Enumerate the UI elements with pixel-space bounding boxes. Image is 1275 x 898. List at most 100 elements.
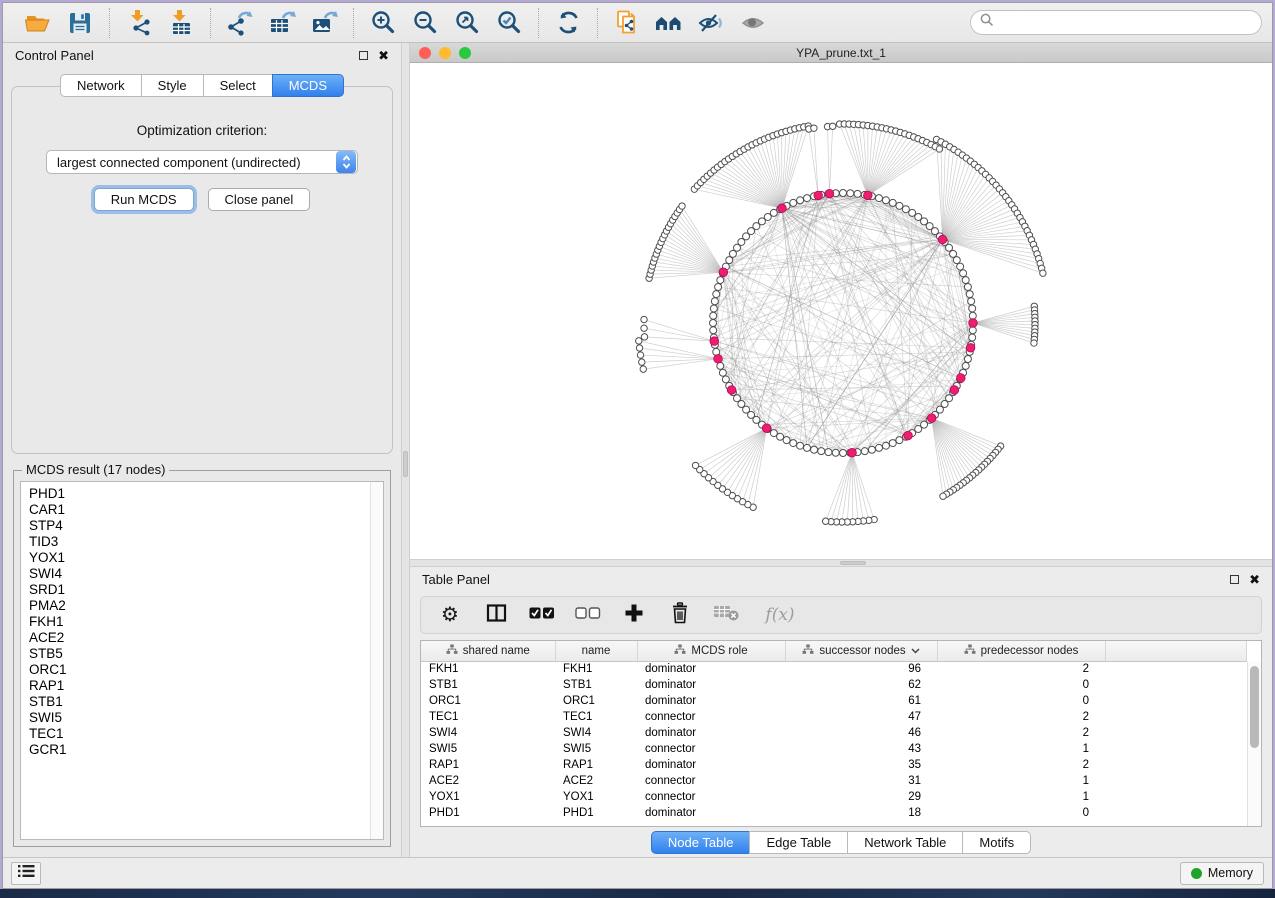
table-cell[interactable]: dominator bbox=[637, 757, 785, 773]
mcds-hub-node[interactable] bbox=[957, 374, 966, 383]
table-cell[interactable]: TEC1 bbox=[421, 709, 555, 725]
table-cell[interactable]: 61 bbox=[785, 693, 937, 709]
table-cell[interactable]: PHD1 bbox=[421, 805, 555, 821]
mcds-hub-node[interactable] bbox=[904, 431, 913, 440]
table-cell[interactable]: 2 bbox=[937, 757, 1105, 773]
mcds-result-item[interactable]: PMA2 bbox=[29, 598, 365, 614]
network-graph[interactable] bbox=[410, 63, 1272, 559]
vertical-splitter[interactable] bbox=[401, 43, 410, 857]
mcds-result-item[interactable]: TID3 bbox=[29, 534, 365, 550]
table-cell[interactable]: dominator bbox=[637, 805, 785, 821]
mcds-hub-node[interactable] bbox=[714, 355, 723, 364]
table-cell[interactable]: ACE2 bbox=[421, 773, 555, 789]
mcds-hub-node[interactable] bbox=[825, 189, 834, 198]
mcds-hub-node[interactable] bbox=[727, 386, 736, 395]
zoom-selected-button[interactable] bbox=[490, 6, 528, 40]
clear-table-button[interactable] bbox=[713, 602, 739, 628]
table-cell[interactable]: dominator bbox=[637, 661, 785, 677]
table-cell[interactable]: dominator bbox=[637, 693, 785, 709]
split-view-button[interactable] bbox=[483, 602, 509, 628]
table-cell[interactable]: 96 bbox=[785, 661, 937, 677]
mcds-hub-node[interactable] bbox=[927, 414, 936, 423]
mcds-hub-node[interactable] bbox=[710, 337, 719, 346]
run-mcds-button[interactable]: Run MCDS bbox=[94, 188, 194, 211]
delete-column-button[interactable] bbox=[667, 602, 693, 628]
float-panel-icon[interactable] bbox=[359, 51, 368, 60]
table-scrollbar[interactable] bbox=[1247, 662, 1261, 826]
mcds-result-item[interactable]: TEC1 bbox=[29, 726, 365, 742]
open-session-button[interactable] bbox=[19, 6, 57, 40]
close-window-icon[interactable] bbox=[419, 47, 431, 59]
minimize-window-icon[interactable] bbox=[439, 47, 451, 59]
mcds-hub-node[interactable] bbox=[762, 424, 771, 433]
mcds-result-item[interactable]: ORC1 bbox=[29, 662, 365, 678]
tab-network-table[interactable]: Network Table bbox=[847, 831, 963, 854]
mcds-hub-node[interactable] bbox=[950, 386, 959, 395]
mcds-result-item[interactable]: STP4 bbox=[29, 518, 365, 534]
table-cell[interactable]: FKH1 bbox=[555, 661, 637, 677]
table-row[interactable]: SWI5SWI5connector431 bbox=[421, 741, 1247, 757]
mcds-result-item[interactable]: STB5 bbox=[29, 646, 365, 662]
import-table-button[interactable] bbox=[162, 6, 200, 40]
table-cell[interactable]: 31 bbox=[785, 773, 937, 789]
table-row[interactable]: TEC1TEC1connector472 bbox=[421, 709, 1247, 725]
table-cell[interactable]: PHD1 bbox=[555, 805, 637, 821]
table-cell[interactable]: 1 bbox=[937, 741, 1105, 757]
first-neighbors-button[interactable] bbox=[650, 6, 688, 40]
float-panel-icon[interactable] bbox=[1230, 575, 1239, 584]
zoom-in-button[interactable] bbox=[364, 6, 402, 40]
mcds-result-item[interactable]: FKH1 bbox=[29, 614, 365, 630]
table-cell[interactable]: connector bbox=[637, 741, 785, 757]
list-scrollbar[interactable] bbox=[370, 482, 383, 839]
table-cell[interactable]: STB1 bbox=[421, 677, 555, 693]
table-cell[interactable]: 2 bbox=[937, 709, 1105, 725]
new-network-from-selection-button[interactable] bbox=[608, 6, 646, 40]
select-all-columns-button[interactable] bbox=[529, 602, 555, 628]
table-row[interactable]: YOX1YOX1connector291 bbox=[421, 789, 1247, 805]
table-cell[interactable]: 0 bbox=[937, 805, 1105, 821]
table-cell[interactable]: connector bbox=[637, 789, 785, 805]
mcds-result-item[interactable]: GCR1 bbox=[29, 742, 365, 758]
show-all-button[interactable] bbox=[734, 6, 772, 40]
mcds-result-item[interactable]: SWI5 bbox=[29, 710, 365, 726]
table-cell[interactable]: 47 bbox=[785, 709, 937, 725]
table-row[interactable]: SWI4SWI4dominator462 bbox=[421, 725, 1247, 741]
mcds-result-list[interactable]: PHD1CAR1STP4TID3YOX1SWI4SRD1PMA2FKH1ACE2… bbox=[20, 481, 384, 840]
memory-button[interactable]: Memory bbox=[1180, 862, 1264, 885]
table-cell[interactable]: FKH1 bbox=[421, 661, 555, 677]
mcds-hub-node[interactable] bbox=[864, 191, 873, 200]
mcds-result-item[interactable]: STB1 bbox=[29, 694, 365, 710]
close-panel-button[interactable]: Close panel bbox=[208, 188, 311, 211]
table-row[interactable]: FKH1FKH1dominator962 bbox=[421, 661, 1247, 677]
function-builder-button[interactable]: f(x) bbox=[759, 602, 801, 628]
table-cell[interactable]: ORC1 bbox=[421, 693, 555, 709]
save-session-button[interactable] bbox=[61, 6, 99, 40]
table-cell[interactable]: dominator bbox=[637, 725, 785, 741]
table-cell[interactable]: SWI4 bbox=[555, 725, 637, 741]
export-image-button[interactable] bbox=[305, 6, 343, 40]
task-history-button[interactable] bbox=[11, 862, 41, 885]
network-window-titlebar[interactable]: YPA_prune.txt_1 bbox=[410, 43, 1272, 63]
splitter-grip[interactable] bbox=[840, 561, 866, 565]
table-cell[interactable]: STB1 bbox=[555, 677, 637, 693]
maximize-window-icon[interactable] bbox=[459, 47, 471, 59]
mcds-hub-node[interactable] bbox=[814, 191, 823, 200]
table-cell[interactable]: 1 bbox=[937, 773, 1105, 789]
apply-layout-button[interactable] bbox=[549, 6, 587, 40]
mcds-result-item[interactable]: YOX1 bbox=[29, 550, 365, 566]
table-row[interactable]: ACE2ACE2connector311 bbox=[421, 773, 1247, 789]
tab-network[interactable]: Network bbox=[60, 74, 142, 97]
table-cell[interactable]: YOX1 bbox=[421, 789, 555, 805]
deselect-all-columns-button[interactable] bbox=[575, 602, 601, 628]
table-cell[interactable]: SWI5 bbox=[555, 741, 637, 757]
table-cell[interactable]: TEC1 bbox=[555, 709, 637, 725]
search-input[interactable] bbox=[1000, 15, 1252, 31]
column-header-mcds-role[interactable]: MCDS role bbox=[637, 641, 785, 661]
table-cell[interactable]: 35 bbox=[785, 757, 937, 773]
tab-select[interactable]: Select bbox=[203, 74, 273, 97]
table-cell[interactable]: SWI5 bbox=[421, 741, 555, 757]
table-settings-button[interactable]: ⚙ bbox=[437, 602, 463, 628]
mcds-result-item[interactable]: PHD1 bbox=[29, 486, 365, 502]
tab-mcds[interactable]: MCDS bbox=[272, 74, 344, 97]
mcds-result-item[interactable]: SWI4 bbox=[29, 566, 365, 582]
